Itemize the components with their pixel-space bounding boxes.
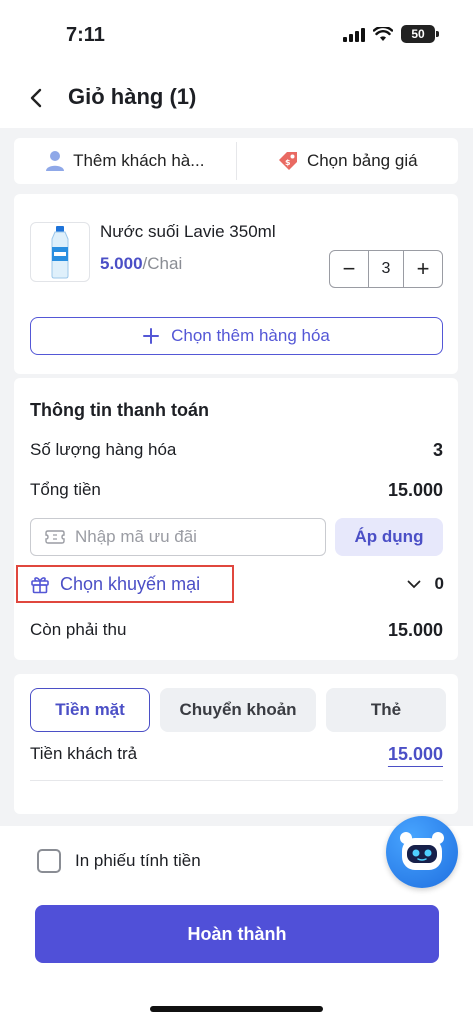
qty-row: Số lượng hàng hóa 3 (30, 440, 443, 461)
remaining-label: Còn phải thu (30, 620, 127, 639)
promo-code-placeholder: Nhập mã ưu đãi (75, 527, 197, 546)
total-label: Tổng tiền (30, 480, 101, 499)
price-list-button[interactable]: $ Chọn bảng giá (237, 138, 459, 184)
price-tag-icon: $ (278, 152, 297, 170)
divider (30, 780, 443, 781)
select-promotion-button[interactable]: Chọn khuyến mại (16, 565, 234, 603)
chevron-down-icon (407, 580, 420, 588)
print-receipt-checkbox[interactable] (37, 849, 61, 873)
quantity-value[interactable]: 3 (368, 251, 404, 287)
decrease-quantity-button[interactable]: − (330, 251, 368, 287)
customer-pays-row: Tiền khách trả 15.000 (30, 744, 443, 765)
robot-icon (400, 832, 444, 870)
payment-method-tabs: Tiền mặt Chuyển khoản Thẻ (30, 688, 446, 732)
add-customer-button[interactable]: Thêm khách hà... (14, 138, 236, 184)
payment-method-card: Tiền mặt Chuyển khoản Thẻ Tiền khách trả… (14, 674, 458, 814)
battery-icon: 50 (401, 25, 439, 43)
page-title: Giỏ hàng (1) (68, 84, 197, 109)
back-button[interactable] (22, 84, 50, 112)
payment-info-card: Thông tin thanh toán Số lượng hàng hóa 3… (14, 378, 458, 660)
payment-title: Thông tin thanh toán (30, 400, 209, 420)
promo-code-field[interactable]: Nhập mã ưu đãi (30, 518, 326, 556)
gift-icon (31, 577, 49, 594)
user-icon (46, 151, 65, 171)
svg-text:$: $ (285, 158, 291, 167)
complete-button[interactable]: Hoàn thành (35, 905, 439, 963)
print-receipt-option[interactable]: In phiếu tính tiền (37, 849, 201, 873)
signal-icon (343, 26, 365, 42)
total-row: Tổng tiền 15.000 (30, 480, 443, 501)
qty-value: 3 (432, 440, 443, 460)
product-unit: /Chai (142, 254, 183, 273)
price-list-label: Chọn bảng giá (306, 151, 418, 170)
increase-quantity-button[interactable]: + (404, 251, 442, 287)
tab-card[interactable]: Thẻ (326, 688, 446, 732)
promotion-count-value: 0 (434, 574, 444, 593)
status-bar: 7:11 50 (0, 0, 473, 70)
customer-bar: Thêm khách hà... $ Chọn bảng giá (14, 138, 458, 184)
add-more-label: Chọn thêm hàng hóa (171, 326, 330, 345)
remaining-row: Còn phải thu 15.000 (30, 620, 443, 641)
add-customer-label: Thêm khách hà... (73, 151, 205, 170)
water-bottle-icon (51, 226, 69, 279)
remaining-value: 15.000 (387, 620, 443, 640)
wifi-icon (373, 26, 393, 41)
product-thumbnail (30, 222, 90, 282)
quantity-stepper: − 3 + (329, 250, 443, 288)
status-icons: 50 (343, 25, 439, 43)
plus-icon (143, 328, 160, 344)
status-time: 7:11 (66, 24, 105, 46)
customer-pays-label: Tiền khách trả (30, 744, 138, 763)
total-value: 15.000 (387, 480, 443, 500)
assistant-bot-button[interactable] (386, 816, 458, 888)
cart-card: Nước suối Lavie 350ml 5.000/Chai − 3 + C… (14, 194, 458, 374)
select-promotion-label: Chọn khuyến mại (60, 573, 201, 594)
product-name: Nước suối Lavie 350ml (100, 222, 276, 241)
apply-button[interactable]: Áp dụng (335, 518, 443, 556)
ticket-icon (45, 530, 65, 544)
product-price-value: 5.000 (100, 254, 143, 273)
qty-label: Số lượng hàng hóa (30, 440, 177, 459)
print-receipt-label: In phiếu tính tiền (75, 851, 201, 870)
product-price: 5.000/Chai (100, 254, 182, 274)
chevron-left-icon (30, 88, 42, 108)
home-indicator (150, 1006, 323, 1012)
add-more-items-button[interactable]: Chọn thêm hàng hóa (30, 317, 443, 355)
header: Giỏ hàng (1) (0, 70, 473, 128)
promotion-count[interactable]: 0 (407, 574, 444, 594)
tab-bank-transfer[interactable]: Chuyển khoản (160, 688, 316, 732)
customer-pays-value[interactable]: 15.000 (388, 744, 443, 765)
tab-cash[interactable]: Tiền mặt (30, 688, 150, 732)
